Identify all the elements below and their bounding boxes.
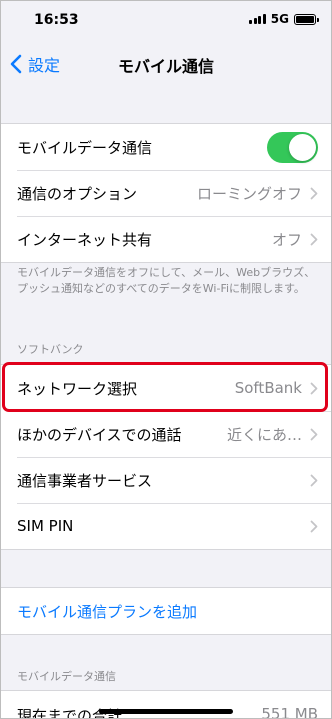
chevron-right-icon [310, 474, 318, 486]
toggle-knob [289, 133, 316, 161]
battery-icon [294, 13, 319, 25]
status-bar: 16:53 5G [0, 0, 332, 40]
usage-total-value: 551 MB [261, 705, 318, 719]
mobile-data-label: モバイルデータ通信 [17, 138, 153, 157]
page-title: モバイル通信 [117, 57, 214, 76]
usage-group: 現在までの合計 551 MB [0, 690, 332, 719]
carrier-group: ネットワーク選択 SoftBank ほかのデバイスでの通話 近くにあ… 通信事業… [0, 364, 332, 550]
add-plan-group: モバイル通信プランを追加 [0, 587, 332, 635]
chevron-right-icon [310, 428, 318, 440]
network-select-label: ネットワーク選択 [17, 379, 138, 398]
chevron-right-icon [310, 520, 318, 532]
sim-pin-row[interactable]: SIM PIN [0, 503, 332, 549]
add-plan-button[interactable]: モバイル通信プランを追加 [0, 588, 332, 634]
hotspot-value: オフ [271, 230, 302, 249]
chevron-right-icon [310, 187, 318, 199]
network-type: 5G [270, 12, 289, 26]
add-plan-label: モバイル通信プランを追加 [17, 602, 198, 621]
mobile-data-footnote: モバイルデータ通信をオフにして、メール、Webブラウズ、プッシュ通知などのすべて… [17, 266, 316, 295]
chevron-right-icon [310, 233, 318, 245]
signal-icon [249, 14, 266, 24]
sim-pin-label: SIM PIN [17, 517, 74, 535]
network-select-value: SoftBank [234, 379, 302, 397]
navigation-bar: 設定 モバイル通信 [0, 40, 332, 86]
carrier-services-row[interactable]: 通信事業者サービス [0, 457, 332, 503]
network-select-row[interactable]: ネットワーク選択 SoftBank [0, 365, 332, 411]
home-indicator [99, 709, 233, 714]
options-value: ローミングオフ [196, 184, 302, 203]
mobile-data-row: モバイルデータ通信 [0, 124, 332, 170]
other-devices-row[interactable]: ほかのデバイスでの通話 近くにあ… [0, 411, 332, 457]
usage-section-header: モバイルデータ通信 [17, 670, 116, 683]
options-label: 通信のオプション [17, 184, 138, 203]
options-row[interactable]: 通信のオプション ローミングオフ [0, 170, 332, 216]
mobile-data-toggle[interactable] [267, 131, 318, 163]
other-devices-value: 近くにあ… [226, 425, 302, 444]
status-right: 5G [249, 12, 319, 26]
usage-total-row: 現在までの合計 551 MB [0, 691, 332, 719]
status-time: 16:53 [34, 12, 79, 28]
carrier-services-label: 通信事業者サービス [17, 471, 153, 490]
other-devices-label: ほかのデバイスでの通話 [17, 425, 182, 444]
hotspot-label: インターネット共有 [17, 230, 153, 249]
hotspot-row[interactable]: インターネット共有 オフ [0, 216, 332, 262]
carrier-section-header: ソフトバンク [17, 343, 84, 356]
chevron-right-icon [310, 382, 318, 394]
mobile-data-group: モバイルデータ通信 通信のオプション ローミングオフ インターネット共有 オフ [0, 123, 332, 263]
